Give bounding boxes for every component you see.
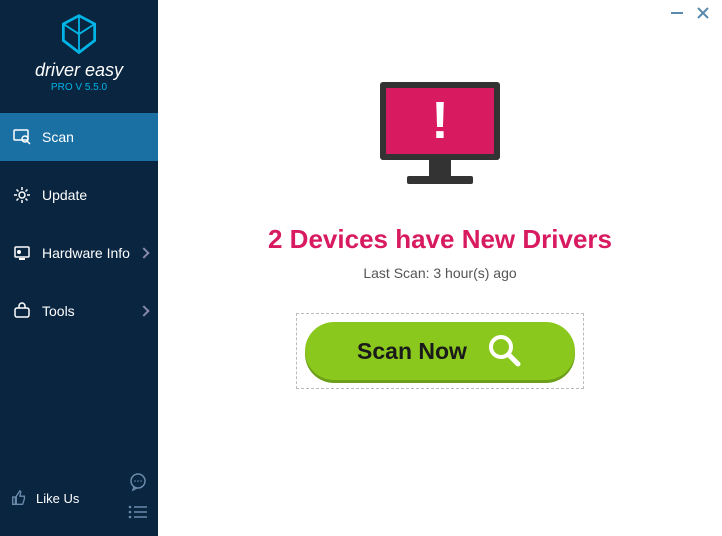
- nav-item-scan[interactable]: Scan: [0, 113, 158, 161]
- sidebar: driver easy PRO V 5.5.0 Scan Update Hard…: [0, 0, 158, 536]
- like-us-label: Like Us: [36, 491, 79, 506]
- chevron-right-icon: [138, 247, 149, 258]
- close-button[interactable]: [696, 6, 710, 25]
- version-label: PRO V 5.5.0: [51, 82, 107, 93]
- last-scan-text: Last Scan: 3 hour(s) ago: [363, 265, 516, 281]
- hardware-icon: [12, 243, 32, 263]
- minimize-button[interactable]: [670, 6, 684, 25]
- chevron-right-icon: [138, 305, 149, 316]
- menu-list-icon[interactable]: [128, 505, 148, 524]
- thumbs-up-icon: [10, 489, 28, 507]
- nav-label: Scan: [42, 129, 148, 145]
- scan-button-label: Scan Now: [357, 338, 467, 365]
- window-controls: [670, 6, 710, 25]
- logo-area: driver easy PRO V 5.5.0: [0, 0, 158, 101]
- like-us-button[interactable]: Like Us: [10, 489, 79, 507]
- gear-icon: [12, 185, 32, 205]
- exclamation-icon: !: [431, 91, 448, 151]
- tools-icon: [12, 301, 32, 321]
- bottom-icon-group: [128, 472, 148, 524]
- nav-label: Hardware Info: [42, 245, 140, 261]
- logo-icon: [56, 12, 102, 58]
- scan-button-focus-outline: Scan Now: [296, 313, 584, 389]
- sidebar-bottom: Like Us: [0, 460, 158, 536]
- nav-item-update[interactable]: Update: [0, 171, 158, 219]
- monitor-screen: !: [380, 82, 500, 160]
- nav-item-hardware[interactable]: Hardware Info: [0, 229, 158, 277]
- scan-now-button[interactable]: Scan Now: [305, 322, 575, 380]
- content: ! 2 Devices have New Drivers Last Scan: …: [158, 0, 722, 389]
- nav-label: Update: [42, 187, 148, 203]
- search-monitor-icon: [12, 127, 32, 147]
- magnifier-icon: [485, 331, 523, 372]
- nav-label: Tools: [42, 303, 140, 319]
- monitor-stand: [429, 160, 451, 176]
- monitor-base: [407, 176, 473, 184]
- nav: Scan Update Hardware Info Tools: [0, 113, 158, 345]
- nav-item-tools[interactable]: Tools: [0, 287, 158, 335]
- brand-name: driver easy: [35, 60, 123, 81]
- alert-monitor-graphic: !: [370, 82, 510, 202]
- headline: 2 Devices have New Drivers: [268, 224, 612, 255]
- main-panel: ! 2 Devices have New Drivers Last Scan: …: [158, 0, 722, 536]
- chat-icon[interactable]: [128, 472, 148, 497]
